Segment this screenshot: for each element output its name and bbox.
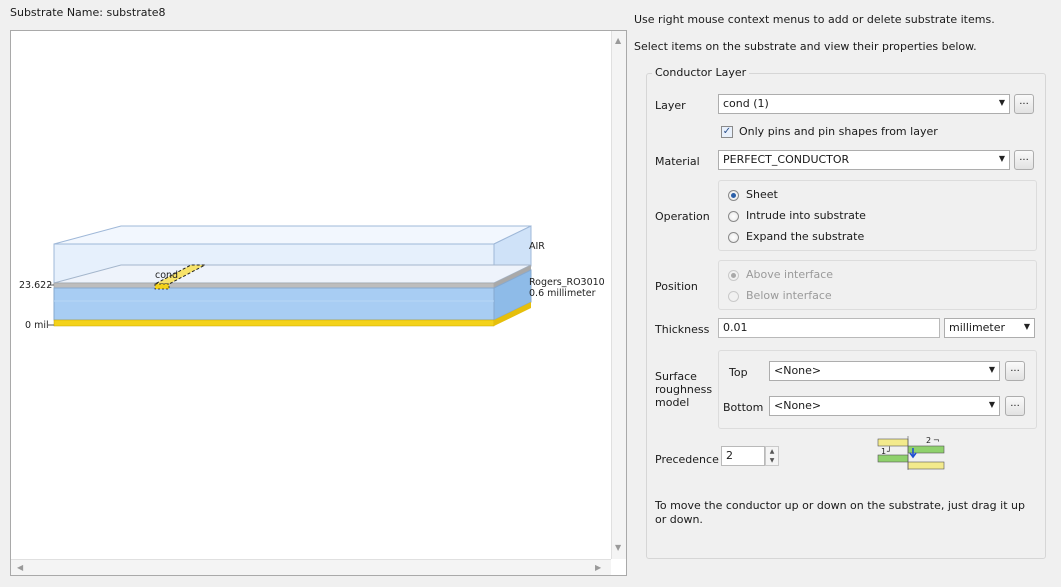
chevron-down-icon: ▼	[988, 400, 995, 409]
substrate-cross-section[interactable]: cond AIR Rogers_RO3010 0.6 millimeter 23…	[11, 31, 611, 559]
layer-dropdown[interactable]: cond (1) ▼	[718, 94, 1010, 114]
position-label: Position	[655, 280, 698, 293]
roughness-top-dropdown[interactable]: <None> ▼	[769, 361, 1000, 381]
layer-browse-button[interactable]: ...	[1014, 94, 1034, 114]
roughness-top-label: Top	[729, 366, 748, 379]
roughness-bottom-value: <None>	[774, 399, 822, 412]
material-label: Material	[655, 155, 700, 168]
surface-roughness-label-2: roughness	[655, 383, 713, 396]
conductor-layer-group-title: Conductor Layer	[652, 66, 750, 79]
chevron-down-icon: ▼	[1023, 322, 1030, 331]
operation-sheet-label: Sheet	[746, 188, 778, 201]
thickness-value: 0.01	[723, 321, 748, 334]
scroll-right-icon[interactable]: ▶	[595, 563, 601, 572]
operation-intrude-radio[interactable]	[728, 211, 739, 222]
ground-conductor-front	[53, 319, 495, 327]
thickness-unit-value: millimeter	[949, 321, 1006, 334]
position-above-radio[interactable]	[728, 270, 739, 281]
material-browse-button[interactable]: ...	[1014, 150, 1034, 170]
axis-label-top: 23.622	[19, 280, 52, 291]
material-dropdown-value: PERFECT_CONDUCTOR	[723, 153, 850, 166]
operation-expand-radio[interactable]	[728, 232, 739, 243]
thickness-input[interactable]: 0.01	[718, 318, 940, 338]
vertical-scrollbar[interactable]: ▲ ▼	[611, 31, 626, 559]
only-pins-checkbox[interactable]: ✓	[721, 126, 733, 138]
dielectric-layer-front	[53, 287, 495, 321]
air-layer-label: AIR	[529, 241, 545, 252]
roughness-bottom-label: Bottom	[723, 401, 764, 414]
scroll-left-icon[interactable]: ◀	[17, 563, 23, 572]
info-text-select-items: Select items on the substrate and view t…	[634, 40, 977, 53]
position-below-radio[interactable]	[728, 291, 739, 302]
precedence-spinner[interactable]: ▲ ▼	[765, 446, 779, 466]
cond-strip-front	[154, 283, 170, 290]
roughness-top-value: <None>	[774, 364, 822, 377]
surface-roughness-label-3: model	[655, 396, 690, 409]
conductor-layer-group	[646, 73, 1046, 559]
substrate-name-label: Substrate Name: substrate8	[10, 6, 166, 19]
drag-hint-text: To move the conductor up or down on the …	[655, 499, 1025, 526]
svg-text:¬: ¬	[933, 436, 940, 445]
dielectric-thickness-label: 0.6 millimeter	[529, 288, 596, 299]
operation-label: Operation	[655, 210, 710, 223]
scroll-up-icon[interactable]: ▲	[615, 36, 621, 45]
precedence-diagram-icon: 2 ¬ 1 ┘	[877, 436, 945, 470]
thickness-unit-dropdown[interactable]: millimeter ▼	[944, 318, 1035, 338]
chevron-down-icon: ▼	[988, 365, 995, 374]
horizontal-scrollbar[interactable]: ◀ ▶	[11, 559, 611, 575]
precedence-value: 2	[726, 449, 733, 462]
surface-roughness-label-1: Surface	[655, 370, 697, 383]
operation-intrude-label: Intrude into substrate	[746, 209, 866, 222]
roughness-bottom-browse-button[interactable]: ...	[1005, 396, 1025, 416]
precedence-label: Precedence	[655, 453, 719, 466]
axis-label-bottom: 0 mil	[25, 320, 49, 331]
roughness-bottom-dropdown[interactable]: <None> ▼	[769, 396, 1000, 416]
layer-label: Layer	[655, 99, 686, 112]
position-below-label: Below interface	[746, 289, 832, 302]
interface-plane-front	[53, 282, 495, 289]
info-text-context-menu: Use right mouse context menus to add or …	[634, 13, 995, 26]
chevron-down-icon: ▼	[998, 154, 1005, 163]
air-layer-top-face	[53, 225, 532, 245]
svg-text:┘: ┘	[886, 446, 892, 456]
roughness-top-browse-button[interactable]: ...	[1005, 361, 1025, 381]
interface-plane-top	[53, 264, 532, 284]
chevron-down-icon: ▼	[998, 98, 1005, 107]
svg-text:2: 2	[926, 436, 931, 445]
thickness-label: Thickness	[655, 323, 710, 336]
dielectric-name-label: Rogers_RO3010	[529, 277, 605, 288]
scroll-down-icon[interactable]: ▼	[615, 543, 621, 552]
layer-dropdown-value: cond (1)	[723, 97, 769, 110]
operation-expand-label: Expand the substrate	[746, 230, 865, 243]
position-above-label: Above interface	[746, 268, 834, 281]
cond-layer-label: cond	[155, 270, 178, 281]
operation-sheet-radio[interactable]	[728, 190, 739, 201]
svg-text:1: 1	[881, 447, 886, 456]
material-dropdown[interactable]: PERFECT_CONDUCTOR ▼	[718, 150, 1010, 170]
precedence-input[interactable]: 2	[721, 446, 765, 466]
only-pins-label: Only pins and pin shapes from layer	[739, 125, 938, 138]
